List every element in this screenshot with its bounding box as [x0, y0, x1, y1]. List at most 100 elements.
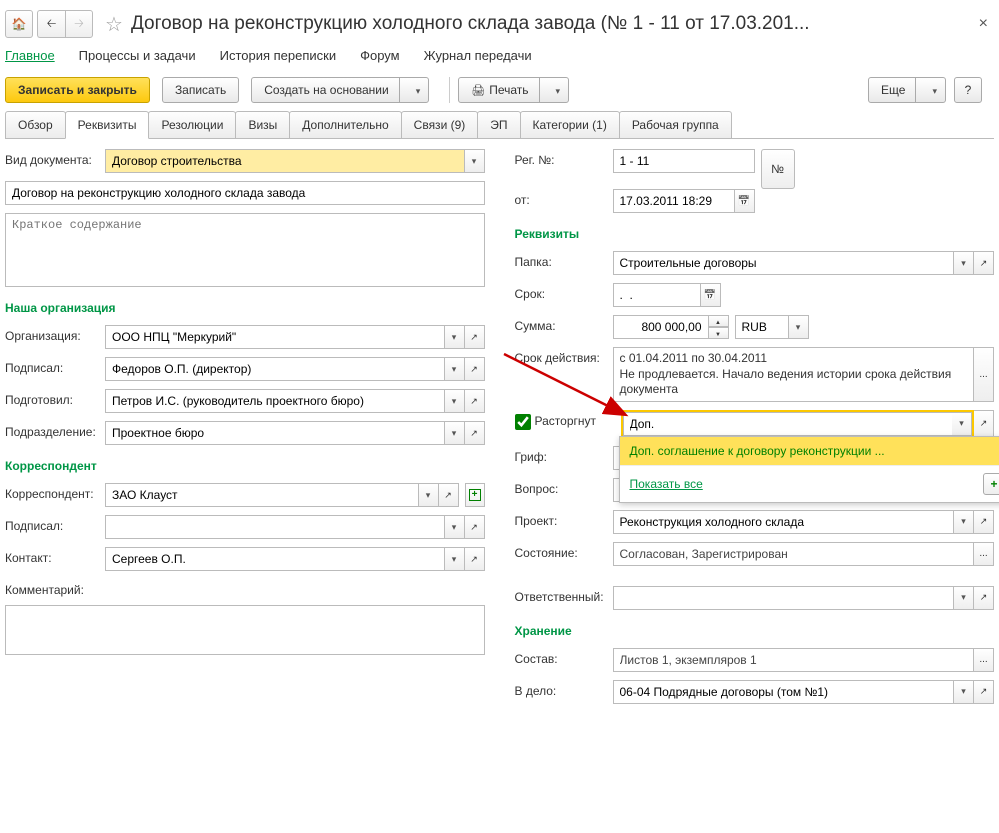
save-button[interactable]: Записать — [162, 77, 239, 103]
create-from-button[interactable]: Создать на основании — [251, 77, 429, 103]
state-input[interactable] — [613, 542, 975, 566]
folder-caret[interactable] — [954, 251, 974, 275]
org-caret[interactable] — [445, 325, 465, 349]
tofile-open[interactable] — [974, 680, 994, 704]
corr-input[interactable] — [105, 483, 419, 507]
project-caret[interactable] — [954, 510, 974, 534]
corr-caret[interactable] — [419, 483, 439, 507]
dropdown-add-button[interactable]: + — [983, 473, 999, 495]
corr-signed-open[interactable] — [465, 515, 485, 539]
validity-more[interactable]: ... — [974, 347, 994, 402]
dropdown-item[interactable]: Доп. соглашение к договору реконструкции… — [620, 437, 999, 465]
responsible-input[interactable] — [613, 586, 955, 610]
regno-button[interactable]: № — [761, 149, 795, 189]
more-caret[interactable] — [915, 77, 945, 103]
tab-ep[interactable]: ЭП — [477, 111, 520, 138]
folder-open[interactable] — [974, 251, 994, 275]
row-comment: Комментарий: — [5, 579, 485, 597]
term-calendar[interactable] — [701, 283, 721, 307]
contact-open[interactable] — [465, 547, 485, 571]
tab-workgroup[interactable]: Рабочая группа — [619, 111, 732, 138]
print-caret[interactable] — [539, 77, 569, 103]
prepared-caret[interactable] — [445, 389, 465, 413]
prepared-open[interactable] — [465, 389, 485, 413]
tab-links[interactable]: Связи (9) — [401, 111, 479, 138]
nav-forum[interactable]: Форум — [360, 48, 400, 63]
caret-down-icon — [452, 554, 457, 565]
folder-input[interactable] — [613, 251, 955, 275]
signed-input[interactable] — [105, 357, 445, 381]
favorite-star-icon[interactable]: ☆ — [105, 12, 123, 37]
save-close-button[interactable]: Записать и закрыть — [5, 77, 150, 103]
prepared-input[interactable] — [105, 389, 445, 413]
calendar-icon — [704, 290, 716, 301]
org-input[interactable] — [105, 325, 445, 349]
department-caret[interactable] — [445, 421, 465, 445]
nav-main[interactable]: Главное — [5, 48, 55, 63]
nav-processes[interactable]: Процессы и задачи — [79, 48, 196, 63]
tofile-caret[interactable] — [954, 680, 974, 704]
department-input[interactable] — [105, 421, 445, 445]
more-button[interactable]: Еще — [868, 77, 946, 103]
validity-text: с 01.04.2011 по 30.04.2011 Не продлевает… — [613, 347, 975, 402]
corr-add[interactable]: + — [465, 483, 485, 507]
dropdown-show-all[interactable]: Показать все — [630, 477, 703, 491]
contents-input[interactable] — [613, 648, 975, 672]
contact-caret[interactable] — [445, 547, 465, 571]
org-open[interactable] — [465, 325, 485, 349]
contents-more[interactable]: ... — [974, 648, 994, 672]
nav-journal[interactable]: Журнал передачи — [424, 48, 532, 63]
contact-input[interactable] — [105, 547, 445, 571]
terminated-input[interactable] — [623, 412, 953, 436]
tab-categories[interactable]: Категории (1) — [520, 111, 620, 138]
corr-signed-input[interactable] — [105, 515, 445, 539]
project-open[interactable] — [974, 510, 994, 534]
close-button[interactable]: × — [973, 15, 994, 33]
open-icon — [470, 522, 478, 533]
signed-open[interactable] — [465, 357, 485, 381]
tofile-input[interactable] — [613, 680, 955, 704]
doctype-caret[interactable] — [465, 149, 485, 173]
department-open[interactable] — [465, 421, 485, 445]
project-input[interactable] — [613, 510, 955, 534]
comment-textarea[interactable] — [5, 605, 485, 655]
help-button[interactable]: ? — [954, 77, 982, 103]
sum-down[interactable] — [709, 327, 729, 339]
docname-input[interactable] — [5, 181, 485, 205]
responsible-open[interactable] — [974, 586, 994, 610]
tab-visas[interactable]: Визы — [235, 111, 290, 138]
back-button[interactable]: 🡠 — [37, 10, 65, 38]
tab-reqs[interactable]: Реквизиты — [65, 111, 150, 139]
caret-down-icon — [961, 592, 966, 603]
terminated-checkbox[interactable] — [515, 414, 531, 430]
currency-caret[interactable] — [789, 315, 809, 339]
regno-input[interactable] — [613, 149, 755, 173]
tab-extra[interactable]: Дополнительно — [289, 111, 401, 138]
print-button[interactable]: Печать — [458, 77, 569, 103]
from-input[interactable] — [613, 189, 735, 213]
row-regno: Рег. №: № — [515, 149, 995, 189]
corr-open[interactable] — [439, 483, 459, 507]
signed-caret[interactable] — [445, 357, 465, 381]
home-button[interactable]: 🏠 — [5, 10, 33, 38]
terminated-open[interactable] — [974, 410, 994, 438]
create-from-caret[interactable] — [399, 77, 429, 103]
tab-overview[interactable]: Обзор — [5, 111, 66, 138]
term-input[interactable] — [613, 283, 701, 307]
brief-textarea[interactable] — [5, 213, 485, 287]
doctype-input[interactable] — [105, 149, 465, 173]
tab-resolutions[interactable]: Резолюции — [148, 111, 236, 138]
forward-button[interactable]: 🡢 — [65, 10, 93, 38]
responsible-caret[interactable] — [954, 586, 974, 610]
terminated-dropdown: Доп. соглашение к договору реконструкции… — [619, 436, 999, 503]
currency-input[interactable] — [735, 315, 789, 339]
corr-signed-caret[interactable] — [445, 515, 465, 539]
from-calendar[interactable] — [735, 189, 755, 213]
calendar-icon — [738, 196, 750, 207]
state-more[interactable]: ... — [974, 542, 994, 566]
sum-input[interactable] — [613, 315, 709, 339]
section-storage: Хранение — [515, 624, 995, 638]
sum-up[interactable] — [709, 315, 729, 327]
terminated-caret[interactable] — [952, 412, 972, 436]
nav-history[interactable]: История переписки — [220, 48, 337, 63]
